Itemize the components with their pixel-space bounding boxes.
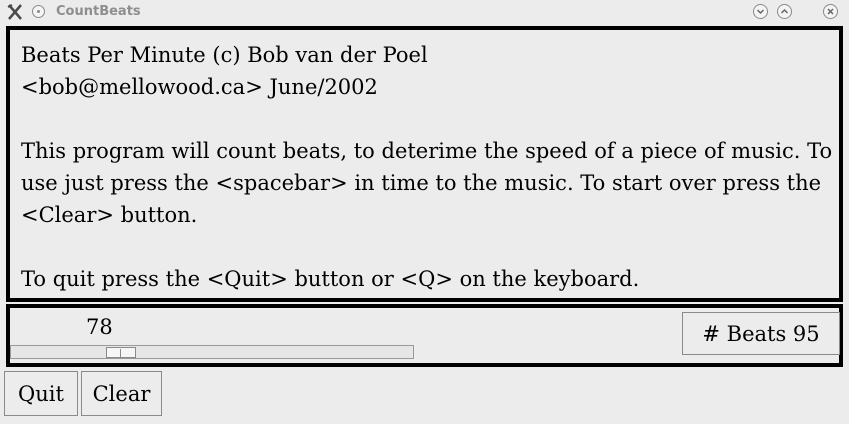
- quit-instructions: To quit press the <Quit> button or <Q> o…: [21, 267, 640, 291]
- instructions-paragraph: This program will count beats, to deteri…: [21, 139, 833, 227]
- close-icon[interactable]: [823, 4, 838, 19]
- email-date-line: <bob@mellowood.ca> June/2002: [21, 75, 378, 99]
- copyright-line: Beats Per Minute (c) Bob van der Poel: [21, 43, 428, 67]
- control-frame: 78 # Beats 95: [6, 304, 843, 367]
- beats-count-button[interactable]: # Beats 95: [682, 312, 840, 355]
- quit-button[interactable]: Quit: [4, 371, 78, 416]
- bpm-value: 78: [86, 315, 113, 339]
- maximize-icon[interactable]: [777, 4, 792, 19]
- minimize-icon[interactable]: [753, 4, 768, 19]
- clear-button[interactable]: Clear: [81, 371, 162, 416]
- message-frame: Beats Per Minute (c) Bob van der Poel <b…: [6, 26, 843, 302]
- app-x-icon[interactable]: [6, 3, 24, 21]
- message-text: Beats Per Minute (c) Bob van der Poel <b…: [21, 39, 836, 295]
- window-menu-icon[interactable]: [32, 5, 45, 18]
- title-bar: CountBeats: [0, 0, 849, 24]
- window-title: CountBeats: [56, 4, 141, 19]
- scale-slider-handle[interactable]: [106, 347, 136, 358]
- bpm-scale[interactable]: [10, 345, 414, 359]
